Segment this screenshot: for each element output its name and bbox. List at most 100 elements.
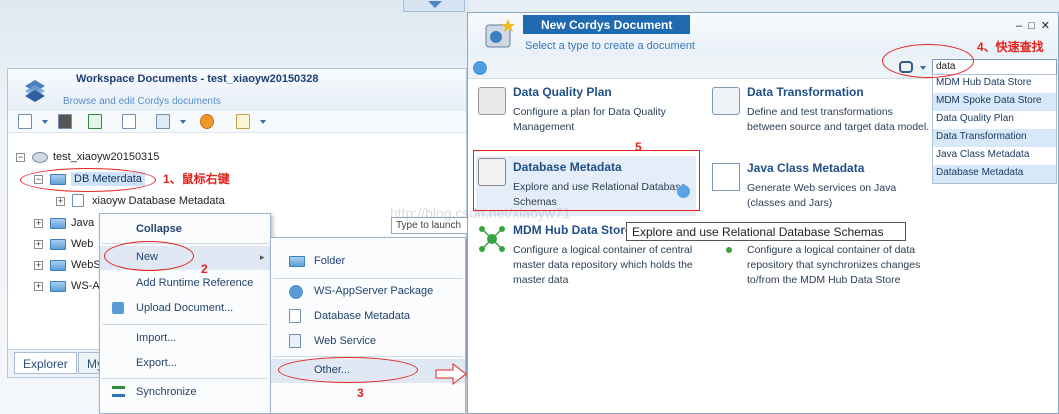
new-document-title: New Cordys Document: [523, 15, 690, 34]
maximize-icon[interactable]: □: [1028, 20, 1041, 32]
menu-item-label: Collapse: [136, 223, 182, 235]
suggestion-item[interactable]: Database Metadata: [933, 165, 1056, 183]
annotation-oval-db-meterdata: [20, 168, 156, 192]
workspace-header: Workspace Documents - test_xiaoyw2015032…: [8, 69, 466, 111]
upload-icon: [112, 302, 124, 314]
menu-item-label: Add Runtime Reference: [136, 277, 254, 289]
annotation-box-database-metadata: [473, 150, 700, 211]
suggestion-item[interactable]: Java Class Metadata: [933, 147, 1056, 165]
suggestion-item[interactable]: MDM Hub Data Store: [933, 75, 1056, 93]
properties-icon[interactable]: [122, 114, 136, 129]
menu-item-label: Import...: [136, 332, 177, 344]
menu-item-export[interactable]: Export...: [100, 352, 270, 376]
suggestion-item[interactable]: Data Quality Plan: [933, 111, 1056, 129]
workspace-subtitle: Browse and edit Cordys documents: [63, 96, 221, 107]
doc-type-description: Configure a logical container of data re…: [747, 244, 921, 286]
close-icon[interactable]: ✕: [1041, 20, 1056, 32]
back-icon[interactable]: [473, 61, 487, 75]
annotation-oval-search: [882, 44, 974, 78]
menu-item-label: Upload Document...: [136, 302, 234, 314]
menu-item-synchronize[interactable]: Synchronize: [100, 381, 270, 405]
workspace-toolbar: [8, 111, 466, 133]
chevron-down-icon: [428, 1, 442, 8]
submenu-item-folder[interactable]: Folder: [271, 250, 465, 274]
tree-item-label: Web: [71, 238, 94, 250]
annotation-3: 3: [357, 386, 364, 400]
submenu-item-database-metadata[interactable]: Database Metadata: [271, 305, 465, 329]
delete-icon[interactable]: [200, 114, 214, 129]
new-document-icon: [485, 19, 515, 48]
menu-item-label: Synchronize: [136, 386, 197, 398]
collapse-icon[interactable]: −: [16, 153, 25, 162]
new-document-subtitle: Select a type to create a document: [525, 40, 695, 52]
annotation-4: 4、快速查找: [977, 40, 1044, 54]
package-icon: [289, 285, 303, 299]
menu-item-label: Database Metadata: [314, 310, 411, 322]
doc-type-data-quality-plan[interactable]: Data Quality Plan Configure a plan for D…: [476, 85, 701, 145]
copy-dropdown-icon[interactable]: [180, 120, 186, 124]
suggestion-item[interactable]: Data Transformation: [933, 129, 1056, 147]
folder-icon: [50, 239, 66, 250]
folder-icon: [50, 281, 66, 292]
tree-item-label: Java: [71, 217, 95, 229]
menu-separator: [273, 278, 463, 279]
menu-item-add-runtime-reference[interactable]: Add Runtime Reference: [100, 272, 270, 296]
minimize-icon[interactable]: –: [1016, 20, 1028, 32]
tree-item-label: WebS: [71, 259, 101, 271]
database-icon: [72, 194, 84, 207]
arrow-right-icon: [435, 363, 467, 385]
web-service-icon: [289, 334, 301, 348]
edit-dropdown-icon[interactable]: [260, 120, 266, 124]
java-class-icon: [712, 163, 740, 191]
folder-icon: [50, 218, 66, 229]
cordys-logo-icon: [25, 80, 45, 102]
edit-icon[interactable]: [236, 114, 250, 129]
tree-item-label: xiaoyw Database Metadata: [92, 195, 225, 207]
annotation-oval-other: [278, 357, 418, 383]
doc-type-description: Configure a logical container of central…: [513, 244, 693, 286]
doc-type-description: Configure a plan for Data Quality Manage…: [513, 106, 666, 133]
menu-item-label: Web Service: [314, 335, 377, 347]
expand-icon[interactable]: +: [56, 197, 65, 206]
expand-icon[interactable]: +: [34, 240, 43, 249]
menu-separator: [102, 324, 268, 325]
annotation-oval-new: [104, 241, 194, 271]
folder-icon: [289, 256, 305, 267]
suggestion-item[interactable]: MDM Spoke Data Store: [933, 93, 1056, 111]
database-icon: [289, 309, 301, 323]
mdm-hub-icon: [479, 226, 505, 252]
tab-explorer[interactable]: Explorer: [14, 352, 77, 374]
doc-type-data-transformation[interactable]: Data Transformation Define and test tran…: [710, 85, 935, 155]
submenu-item-web-service[interactable]: Web Service: [271, 330, 465, 354]
new-dropdown-icon[interactable]: [42, 120, 48, 124]
collapse-panel-tab[interactable]: [403, 0, 465, 12]
window-controls: –□✕: [1016, 19, 1056, 32]
submenu-item-ws-appserver-package[interactable]: WS-AppServer Package: [271, 280, 465, 304]
expand-icon[interactable]: +: [34, 219, 43, 228]
tree-item-label: WS-A: [71, 280, 100, 292]
doc-type-java-class-metadata[interactable]: Java Class Metadata Generate Web service…: [710, 161, 935, 211]
tree-root[interactable]: − test_xiaoyw20150315: [16, 151, 216, 167]
doc-type-description: Generate Web services on Java (classes a…: [747, 182, 897, 209]
mdm-spoke-icon: [726, 247, 732, 253]
menu-item-import[interactable]: Import...: [100, 327, 270, 351]
menu-item-collapse[interactable]: Collapse: [100, 218, 270, 242]
folder-icon: [50, 260, 66, 271]
synchronize-icon: [112, 386, 125, 397]
save-icon[interactable]: [58, 114, 72, 129]
expand-icon[interactable]: +: [34, 261, 43, 270]
annotation-1: 1、鼠标右键: [163, 172, 230, 186]
expand-icon[interactable]: +: [34, 282, 43, 291]
menu-item-label: WS-AppServer Package: [314, 285, 434, 297]
organization-icon: [32, 152, 48, 163]
menu-item-upload-document[interactable]: Upload Document...: [100, 297, 270, 321]
refresh-icon[interactable]: [88, 114, 102, 129]
new-document-icon[interactable]: [18, 114, 32, 129]
doc-type-title: MDM Hub Data Store: [513, 223, 632, 237]
tree-item-database-metadata[interactable]: + xiaoyw Database Metadata: [56, 194, 256, 210]
data-quality-icon: [478, 87, 506, 115]
copy-icon[interactable]: [156, 114, 170, 129]
doc-type-title: Java Class Metadata: [747, 161, 865, 175]
menu-item-label: Folder: [314, 255, 346, 267]
doc-type-description: Define and test transformations between …: [747, 106, 930, 133]
